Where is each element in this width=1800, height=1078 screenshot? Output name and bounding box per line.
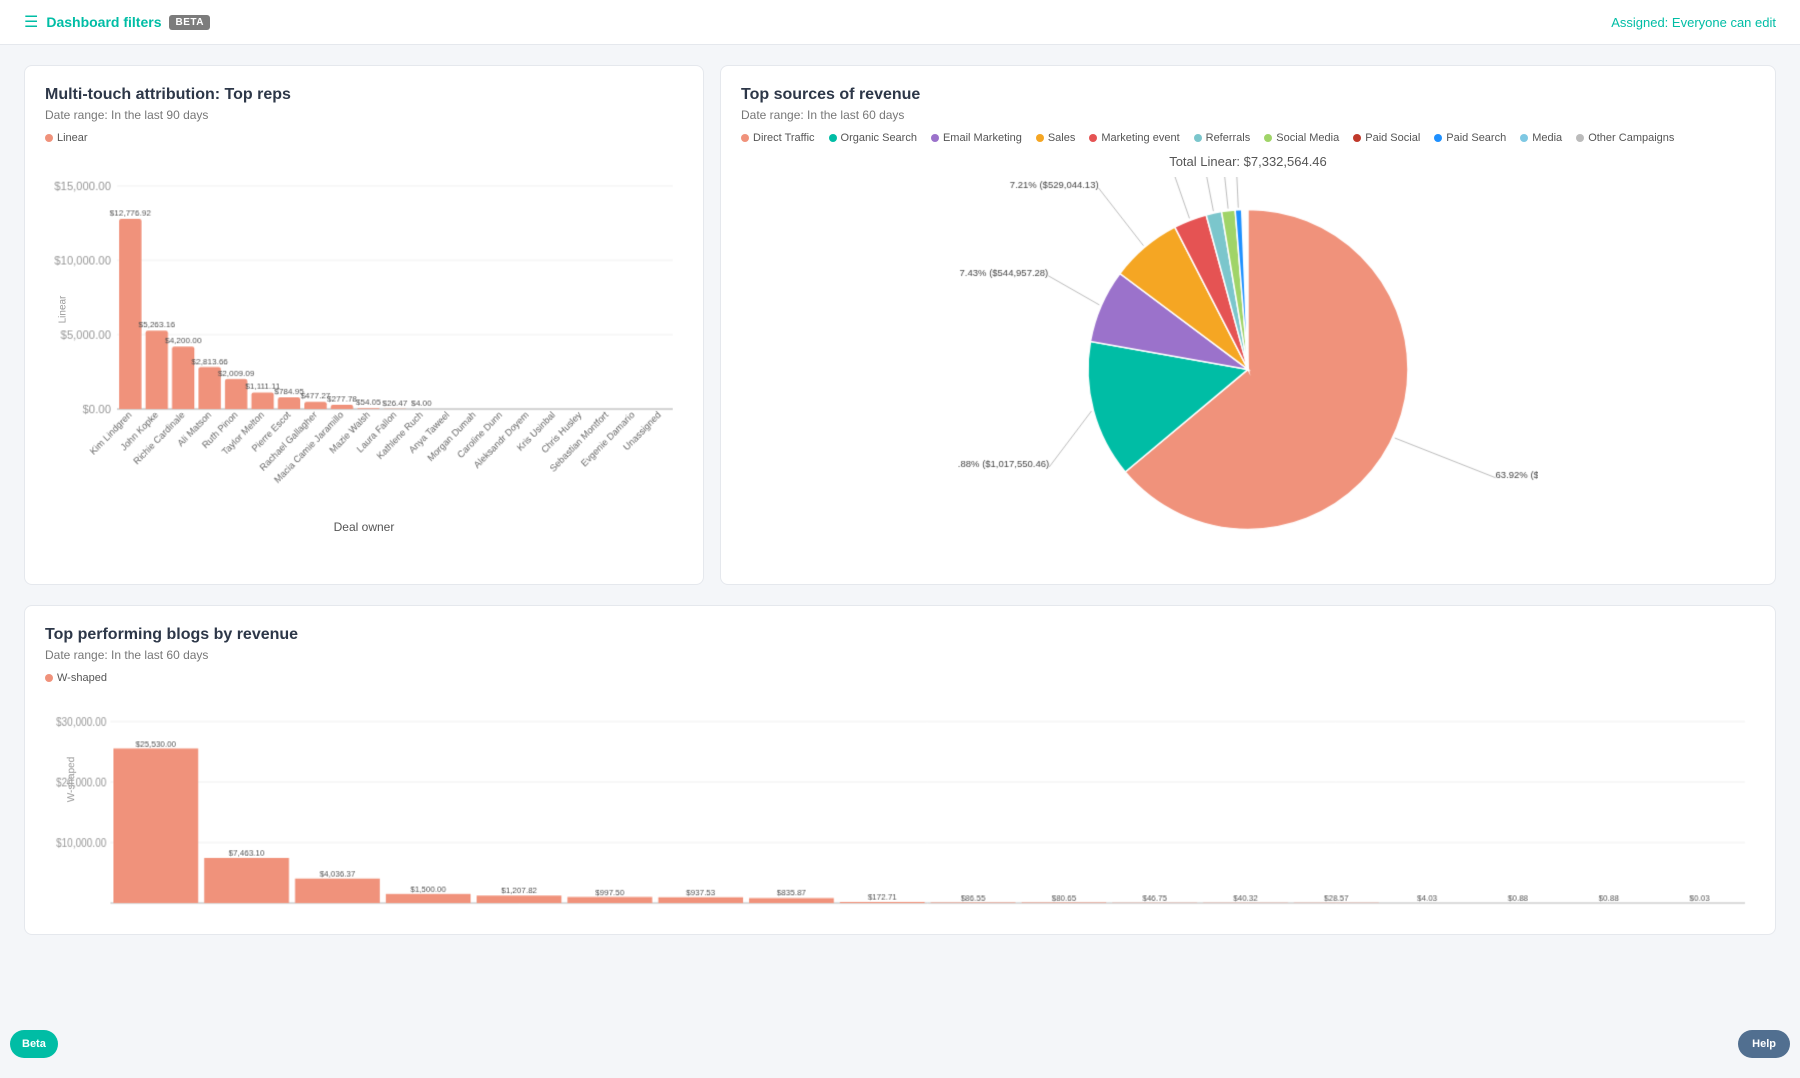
assigned-label: Assigned: xyxy=(1611,15,1668,30)
chart2-legend-row: Direct Traffic Organic Search Email Market… xyxy=(741,132,1755,148)
top-bar: ☰ Dashboard filters BETA Assigned: Every… xyxy=(0,0,1800,45)
blogs-chart-card: Top performing blogs by revenue Date ran… xyxy=(24,605,1776,935)
y-axis-title-3: W-shaped xyxy=(66,757,77,802)
pie-chart-card: Top sources of revenue Date range: In th… xyxy=(720,65,1776,585)
x-axis-title: Deal owner xyxy=(45,520,683,534)
chart3-area: W-shaped xyxy=(45,694,1755,914)
chart1-legend-label: Linear xyxy=(57,132,88,144)
legend-dot-3 xyxy=(45,674,53,682)
legend-item: Marketing event xyxy=(1089,132,1179,144)
chart3-legend-label: W-shaped xyxy=(57,672,107,684)
chart1-area: Linear Deal owner xyxy=(45,154,683,534)
legend-item: Direct Traffic xyxy=(741,132,815,144)
beta-badge: BETA xyxy=(169,15,209,30)
beta-button[interactable]: Beta xyxy=(10,1030,58,1058)
dashboard-title: Dashboard filters xyxy=(46,14,161,30)
top-row: Multi-touch attribution: Top reps Date r… xyxy=(24,65,1776,585)
pie-total: Total Linear: $7,332,564.46 xyxy=(741,154,1755,169)
chart1-date-range: Date range: In the last 90 days xyxy=(45,108,683,122)
legend-item: Social Media xyxy=(1264,132,1339,144)
chart3-date-range: Date range: In the last 60 days xyxy=(45,648,1755,662)
chart2-date-range: Date range: In the last 60 days xyxy=(741,108,1755,122)
legend-item: Paid Social xyxy=(1353,132,1420,144)
legend-dot xyxy=(45,134,53,142)
legend-item: Media xyxy=(1520,132,1562,144)
chart3-legend: W-shaped xyxy=(45,672,107,684)
legend-item: Other Campaigns xyxy=(1576,132,1674,144)
chart1-title: Multi-touch attribution: Top reps xyxy=(45,86,683,104)
main-content: Multi-touch attribution: Top reps Date r… xyxy=(0,45,1800,955)
chart1-legend: Linear xyxy=(45,132,88,144)
top-bar-left: ☰ Dashboard filters BETA xyxy=(24,12,210,32)
chart3-title: Top performing blogs by revenue xyxy=(45,626,1755,644)
pie-container-wrap xyxy=(741,177,1755,547)
legend-item: Paid Search xyxy=(1434,132,1506,144)
legend-item: Organic Search xyxy=(829,132,917,144)
chart2-title: Top sources of revenue xyxy=(741,86,1755,104)
legend-item: Sales xyxy=(1036,132,1076,144)
bar-chart-card: Multi-touch attribution: Top reps Date r… xyxy=(24,65,704,585)
bar-chart-inner xyxy=(45,154,683,494)
assigned-value[interactable]: Everyone can edit xyxy=(1672,15,1776,30)
help-button[interactable]: Help xyxy=(1738,1030,1790,1058)
top-bar-right: Assigned: Everyone can edit xyxy=(1611,15,1776,30)
pie-canvas xyxy=(958,177,1538,547)
legend-item: Referrals xyxy=(1194,132,1251,144)
legend-item: Email Marketing xyxy=(931,132,1022,144)
menu-icon[interactable]: ☰ xyxy=(24,12,38,32)
bar-canvas-3 xyxy=(45,694,1755,914)
